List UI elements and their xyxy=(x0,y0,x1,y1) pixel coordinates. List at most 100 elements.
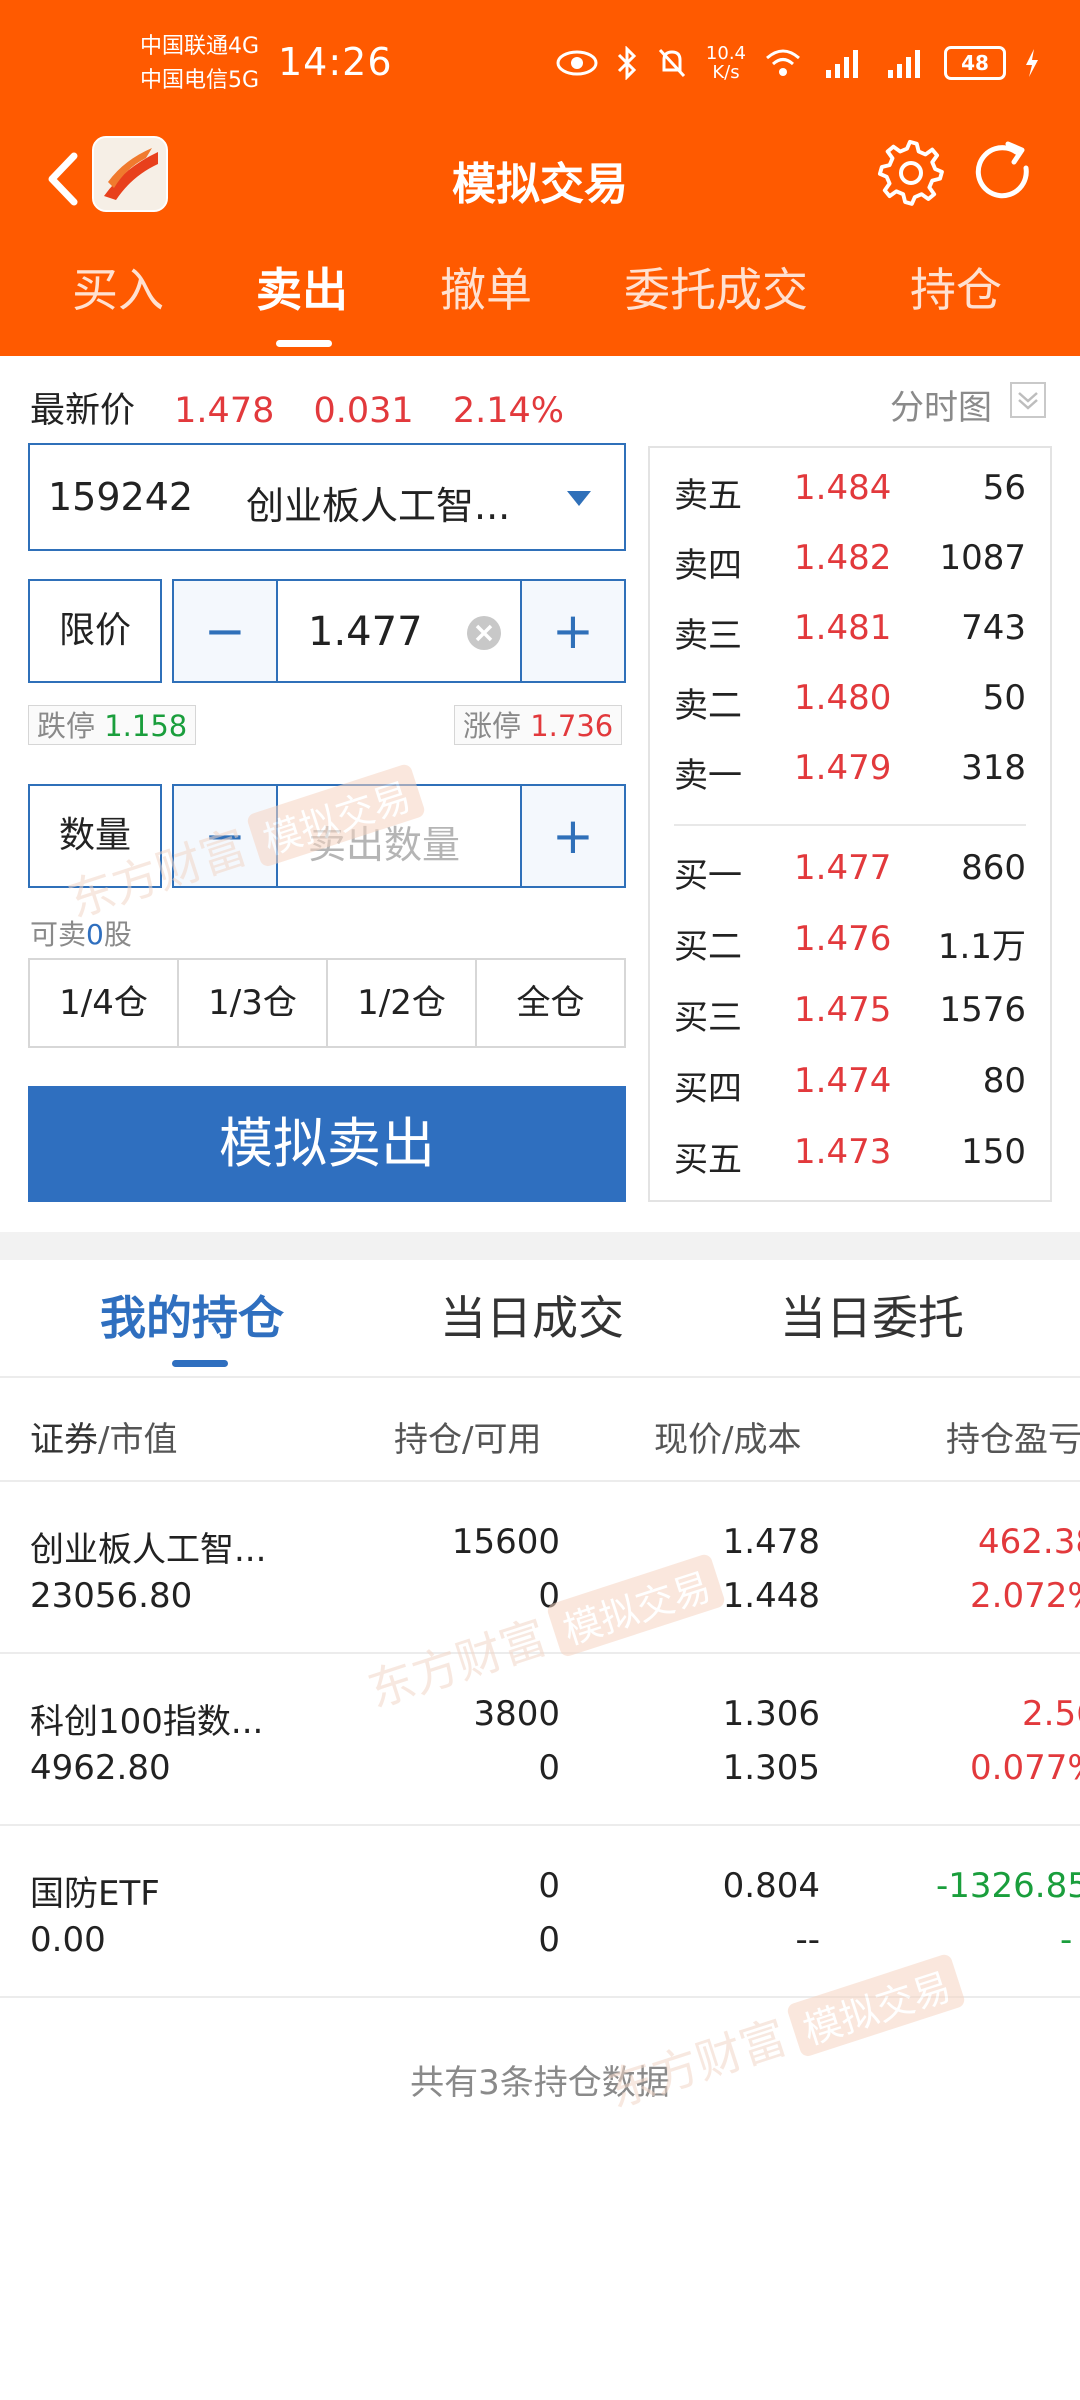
app-bar: 模拟交易 xyxy=(0,130,1080,240)
ask-price: 1.481 xyxy=(794,608,892,648)
bid-row-3[interactable]: 买三 1.475 1576 xyxy=(650,980,1050,1040)
holding-position: 15600 xyxy=(451,1522,560,1562)
tab-cancel-order[interactable]: 撤单 xyxy=(440,254,532,320)
price-type-selector[interactable]: 限价 xyxy=(28,579,162,683)
price-decrease-button[interactable]: − xyxy=(174,581,278,681)
limit-up-label: 涨停 xyxy=(463,709,522,743)
holding-name: 国防ETF xyxy=(30,1874,160,1914)
tab-my-holdings[interactable]: 我的持仓 xyxy=(100,1282,284,1348)
holding-pnl-pct: - xyxy=(1060,1920,1073,1960)
bid-row-1[interactable]: 买一 1.477 860 xyxy=(650,838,1050,898)
price-type-label: 限价 xyxy=(58,610,131,651)
holdings-table-header: 证券/市值 持仓/可用 现价/成本 持仓盈亏 xyxy=(0,1378,1080,1482)
intraday-chart-link[interactable]: 分时图 xyxy=(890,380,992,429)
holding-pnl: 2.56 xyxy=(1022,1694,1080,1734)
bid-price: 1.476 xyxy=(794,919,892,959)
holding-row[interactable]: 创业板人工智... 23056.80 15600 0 1.478 1.448 4… xyxy=(0,1482,1080,1654)
clear-icon[interactable] xyxy=(466,615,502,651)
header-position-available: 持仓/可用 xyxy=(394,1420,542,1460)
bid-label: 买一 xyxy=(674,856,742,896)
tab-today-orders[interactable]: 当日委托 xyxy=(780,1282,964,1348)
holding-pnl-pct: 0.077% xyxy=(970,1748,1080,1788)
ask-price: 1.484 xyxy=(794,468,892,508)
bid-label: 买五 xyxy=(674,1140,742,1180)
tab-today-trades[interactable]: 当日成交 xyxy=(440,1282,624,1348)
tab-positions[interactable]: 持仓 xyxy=(910,254,1002,320)
network-speed: 10.4 K/s xyxy=(706,44,746,82)
status-time: 14:26 xyxy=(278,40,393,84)
quantity-increase-button[interactable]: + xyxy=(520,786,624,886)
bid-row-2[interactable]: 买二 1.476 1.1万 xyxy=(650,909,1050,969)
holding-cost: -- xyxy=(795,1920,820,1960)
simulated-sell-button[interactable]: 模拟卖出 xyxy=(28,1086,626,1202)
available-suffix: 股 xyxy=(103,918,132,951)
available-prefix: 可卖 xyxy=(30,918,87,951)
ask-label: 卖四 xyxy=(674,546,742,586)
price-input[interactable]: 1.477 xyxy=(308,609,423,655)
header-security-a: 证券 xyxy=(30,1420,98,1460)
order-book: 卖五 1.484 56 卖四 1.482 1087 卖三 1.481 743 卖… xyxy=(648,446,1052,1202)
position-ratio-buttons: 1/4仓 1/3仓 1/2仓 全仓 xyxy=(28,958,626,1048)
holding-row[interactable]: 科创100指数... 4962.80 3800 0 1.306 1.305 2.… xyxy=(0,1654,1080,1826)
plus-icon: + xyxy=(552,602,594,660)
ask-row-2[interactable]: 卖二 1.480 50 xyxy=(650,668,1050,728)
holding-market-value: 4962.80 xyxy=(30,1748,171,1788)
price-increase-button[interactable]: + xyxy=(520,581,624,681)
latest-price: 1.478 xyxy=(174,391,275,431)
tab-buy[interactable]: 买入 xyxy=(72,254,164,320)
quantity-input[interactable]: 卖出数量 xyxy=(308,814,460,869)
third-position-button[interactable]: 1/3仓 xyxy=(179,960,328,1046)
ask-row-5[interactable]: 卖五 1.484 56 xyxy=(650,458,1050,518)
limit-up-value: 1.736 xyxy=(530,709,614,743)
bid-volume: 150 xyxy=(961,1132,1026,1172)
quantity-decrease-button[interactable]: − xyxy=(174,786,278,886)
ask-label: 卖五 xyxy=(674,476,742,516)
bid-volume: 80 xyxy=(982,1061,1026,1101)
chevron-down-icon[interactable] xyxy=(1010,382,1046,418)
active-tab-indicator xyxy=(276,340,332,347)
ask-label: 卖三 xyxy=(674,616,742,656)
net-speed-value: 10.4 xyxy=(705,43,746,64)
ask-row-3[interactable]: 卖三 1.481 743 xyxy=(650,598,1050,658)
ask-row-4[interactable]: 卖四 1.482 1087 xyxy=(650,528,1050,588)
stock-code: 159242 xyxy=(48,475,194,519)
limit-down-label: 跌停 xyxy=(37,709,96,743)
bluetooth-icon xyxy=(617,46,637,80)
ask-row-1[interactable]: 卖一 1.479 318 xyxy=(650,738,1050,798)
price-stepper: − 1.477 + xyxy=(172,579,626,683)
quantity-label-box: 数量 xyxy=(28,784,162,888)
signal-5g-icon xyxy=(888,50,920,78)
header-position-pnl: 持仓盈亏 xyxy=(946,1420,1080,1460)
bid-volume: 1.1万 xyxy=(937,927,1026,967)
holding-cost: 1.305 xyxy=(722,1748,820,1788)
bid-row-4[interactable]: 买四 1.474 80 xyxy=(650,1051,1050,1111)
bid-label: 买三 xyxy=(674,998,742,1038)
limit-down-value: 1.158 xyxy=(104,709,188,743)
holding-row[interactable]: 国防ETF 0.00 0 0 0.804 -- -1326.85 - xyxy=(0,1826,1080,1998)
carrier-info: 中国联通4G 中国电信5G xyxy=(140,30,259,98)
bid-price: 1.475 xyxy=(794,990,892,1030)
bid-volume: 1576 xyxy=(939,990,1026,1030)
bid-price: 1.477 xyxy=(794,848,892,888)
holding-available: 0 xyxy=(538,1920,560,1960)
holding-pnl: 462.38 xyxy=(978,1522,1080,1562)
refresh-icon[interactable] xyxy=(968,138,1038,208)
carrier-2: 中国电信5G xyxy=(140,68,260,93)
tab-orders-trades[interactable]: 委托成交 xyxy=(624,254,808,320)
ask-price: 1.482 xyxy=(794,538,892,578)
stock-selector[interactable]: 159242 创业板人工智... xyxy=(28,443,626,551)
quarter-position-button[interactable]: 1/4仓 xyxy=(30,960,179,1046)
stock-name: 创业板人工智... xyxy=(246,484,511,528)
bid-row-5[interactable]: 买五 1.473 150 xyxy=(650,1122,1050,1182)
ask-volume: 1087 xyxy=(939,538,1026,578)
gear-icon[interactable] xyxy=(876,138,946,208)
ask-volume: 50 xyxy=(982,678,1026,718)
full-position-button[interactable]: 全仓 xyxy=(477,960,624,1046)
half-position-button[interactable]: 1/2仓 xyxy=(328,960,477,1046)
tab-sell[interactable]: 卖出 xyxy=(256,254,348,320)
system-icons: 10.4 K/s 48 xyxy=(556,44,1040,82)
eye-icon xyxy=(556,50,598,76)
signal-4g-icon xyxy=(826,50,858,78)
quantity-label: 数量 xyxy=(58,815,131,856)
holding-price: 0.804 xyxy=(722,1866,820,1906)
